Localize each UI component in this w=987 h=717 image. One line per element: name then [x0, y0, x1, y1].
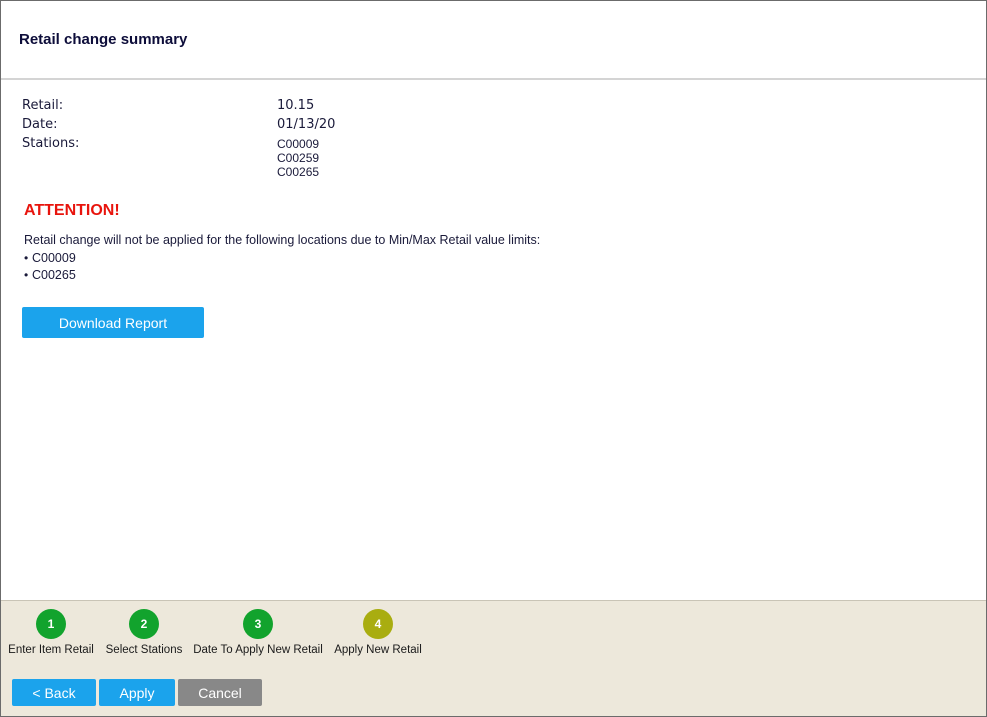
step-number-badge: 1 [36, 609, 66, 639]
list-item: • C00009 [24, 250, 76, 267]
apply-button[interactable]: Apply [99, 679, 175, 706]
warning-message: Retail change will not be applied for th… [24, 233, 541, 247]
date-row: Date: 01/13/20 [22, 117, 962, 136]
back-button[interactable]: < Back [12, 679, 96, 706]
summary-content: Retail: 10.15 Date: 01/13/20 Stations: C… [22, 98, 962, 338]
location-code: C00265 [32, 268, 76, 282]
retail-label: Retail: [22, 98, 64, 113]
stations-list: C00009 C00259 C00265 [277, 137, 319, 179]
location-code: C00009 [32, 251, 76, 265]
stations-label: Stations: [22, 136, 80, 151]
footer-actions: < Back Apply Cancel [1, 667, 986, 716]
bullet-icon: • [24, 251, 29, 265]
list-item: • C00265 [24, 267, 76, 284]
step-label: Date To Apply New Retail [193, 644, 323, 656]
download-report-button[interactable]: Download Report [22, 307, 204, 338]
step-label: Apply New Retail [334, 644, 422, 656]
stations-row: Stations: C00009 C00259 C00265 [22, 136, 962, 184]
step-select-stations[interactable]: 2 Select Stations [104, 609, 184, 656]
step-enter-item-retail[interactable]: 1 Enter Item Retail [7, 609, 95, 656]
step-number-badge: 3 [243, 609, 273, 639]
step-date-to-apply[interactable]: 3 Date To Apply New Retail [193, 609, 323, 656]
step-label: Enter Item Retail [8, 644, 94, 656]
header: Retail change summary [1, 1, 986, 80]
cancel-button[interactable]: Cancel [178, 679, 262, 706]
wizard-steps: 1 Enter Item Retail 2 Select Stations 3 … [1, 600, 986, 668]
bullet-icon: • [24, 268, 29, 282]
step-label: Select Stations [105, 644, 183, 656]
date-label: Date: [22, 117, 58, 132]
station-item: C00265 [277, 165, 320, 179]
step-number-badge: 2 [129, 609, 159, 639]
station-item: C00259 [277, 151, 320, 165]
retail-value: 10.15 [277, 98, 315, 113]
attention-heading: ATTENTION! [24, 202, 120, 219]
station-item: C00009 [277, 137, 320, 151]
retail-change-window: Retail change summary Retail: 10.15 Date… [0, 0, 987, 717]
excluded-locations-list: • C00009 • C00265 [24, 250, 76, 284]
step-apply-new-retail[interactable]: 4 Apply New Retail [333, 609, 423, 656]
retail-row: Retail: 10.15 [22, 98, 962, 117]
step-number-badge: 4 [363, 609, 393, 639]
date-value: 01/13/20 [277, 117, 336, 132]
page-title: Retail change summary [19, 31, 188, 48]
